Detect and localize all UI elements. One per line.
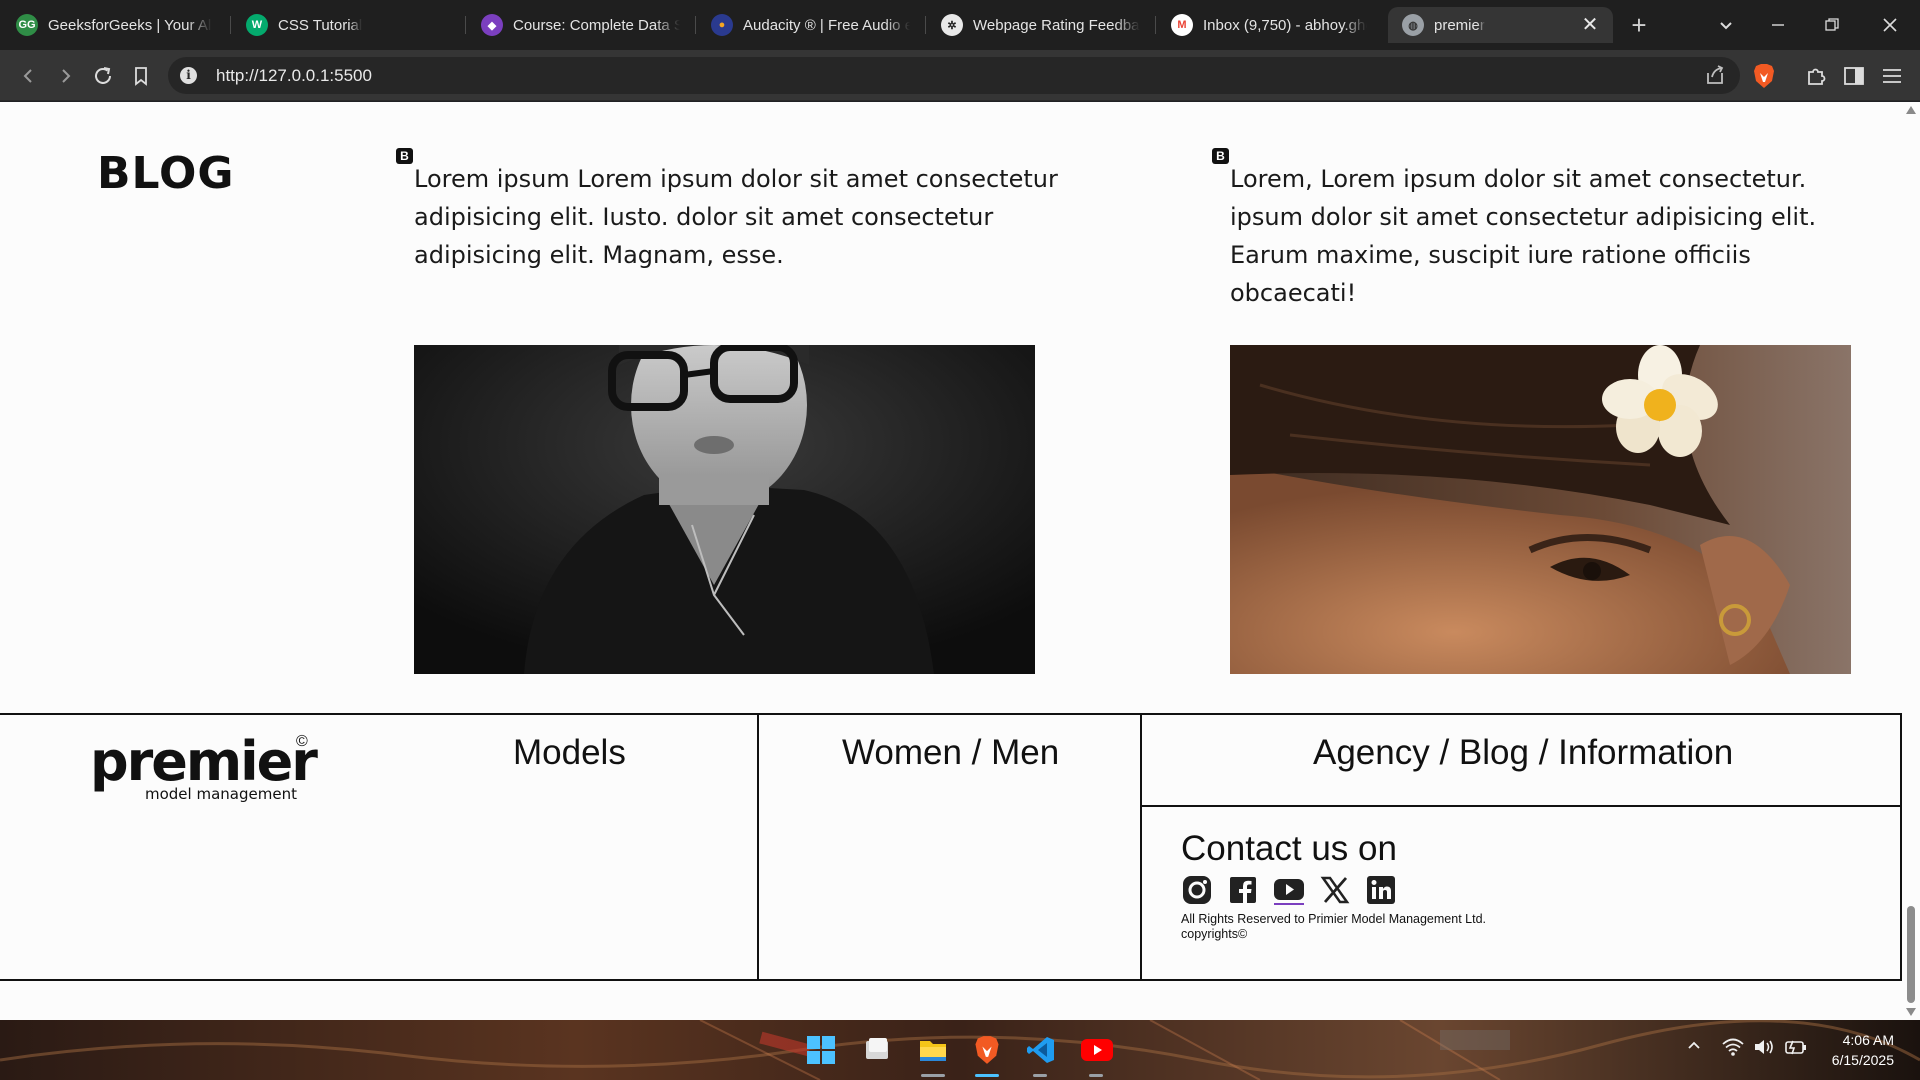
facebook-icon[interactable] — [1228, 875, 1258, 905]
file-explorer-icon[interactable] — [916, 1033, 950, 1067]
close-tab-icon[interactable]: ✕ — [1579, 14, 1601, 36]
scrollbar-thumb[interactable] — [1907, 906, 1915, 1003]
vscode-icon[interactable] — [1024, 1033, 1058, 1067]
restore-button[interactable] — [1812, 8, 1852, 42]
close-window-button[interactable] — [1870, 8, 1910, 42]
screen: GG GeeksforGeeks | Your All-in-One Learn… — [0, 0, 1920, 1080]
windows-taskbar: 4:06 AM 6/15/2025 — [0, 1020, 1920, 1080]
audacity-icon: ● — [711, 14, 733, 36]
blog-heading: BLOG — [97, 148, 235, 199]
gmail-icon: M — [1171, 14, 1193, 36]
tab-course[interactable]: ◆ Course: Complete Data Science — [467, 7, 692, 43]
tab-title: Course: Complete Data Science — [513, 16, 680, 34]
tab-divider — [230, 16, 231, 34]
social-links — [1182, 875, 1396, 905]
blog-photo-man-glasses — [414, 345, 1035, 674]
share-icon[interactable] — [1704, 65, 1726, 90]
broken-image-marker: B — [1212, 148, 1229, 164]
webpage-viewport: BLOG B Lorem ipsum Lorem ipsum dolor sit… — [0, 102, 1902, 1020]
running-indicator — [1089, 1074, 1103, 1077]
copyright-notice: All Rights Reserved to Primier Model Man… — [1181, 912, 1486, 942]
footer-link-women-men[interactable]: Women / Men — [842, 733, 1059, 773]
footer-divider — [757, 715, 759, 979]
broken-image-marker: B — [396, 148, 413, 164]
brave-shields-icon[interactable] — [1752, 63, 1776, 89]
logo-copyright-mark: © — [296, 733, 308, 750]
copyrights-line: copyrights© — [1181, 927, 1248, 941]
blog-post-text: Lorem ipsum Lorem ipsum dolor sit amet c… — [414, 165, 1058, 269]
tab-premier[interactable]: ◍ premier ✕ — [1388, 7, 1613, 43]
tab-title: CSS Tutorial — [278, 16, 363, 34]
tab-divider — [1155, 16, 1156, 34]
new-tab-button[interactable]: + — [1624, 10, 1654, 40]
footer-divider — [1142, 805, 1900, 807]
taskview-icon[interactable] — [860, 1033, 894, 1067]
premier-logo[interactable]: premier model management © — [90, 730, 318, 803]
tab-title: GeeksforGeeks | Your All-in-One Learning… — [48, 16, 212, 34]
logo-wordmark: premier — [90, 730, 318, 793]
volume-icon[interactable] — [1753, 1038, 1775, 1061]
tab-title: Inbox (9,750) - abhoy.ghosh — [1203, 16, 1367, 34]
clock-time: 4:06 AM — [1842, 1032, 1894, 1048]
page-scrollbar[interactable] — [1902, 102, 1920, 1020]
bookmark-button[interactable] — [127, 62, 155, 90]
rights-line: All Rights Reserved to Primier Model Man… — [1181, 912, 1486, 926]
linkedin-icon[interactable] — [1366, 875, 1396, 905]
chatgpt-icon: ✲ — [941, 14, 963, 36]
globe-icon: ◍ — [1402, 14, 1424, 36]
minimize-button[interactable] — [1758, 8, 1798, 42]
tab-divider — [695, 16, 696, 34]
scroll-up-arrow-icon[interactable] — [1906, 106, 1916, 114]
tab-audacity[interactable]: ● Audacity ® | Free Audio editor — [697, 7, 922, 43]
tab-divider — [465, 16, 466, 34]
browser-toolbar: i http://127.0.0.1:5500 — [0, 50, 1920, 101]
desktop-wallpaper-strip — [0, 1020, 1920, 1080]
back-button[interactable] — [14, 62, 42, 90]
tab-geeksforgeeks[interactable]: GG GeeksforGeeks | Your All-in-One Learn… — [2, 7, 224, 43]
youtube-icon[interactable] — [1080, 1033, 1114, 1067]
tab-webpage-rating[interactable]: ✲ Webpage Rating Feedback — [927, 7, 1152, 43]
browser-tab-strip: GG GeeksforGeeks | Your All-in-One Learn… — [0, 0, 1920, 50]
site-info-icon[interactable]: i — [180, 67, 197, 84]
tab-title: Audacity ® | Free Audio editor — [743, 16, 910, 34]
running-indicator — [921, 1074, 945, 1077]
scroll-down-arrow-icon[interactable] — [1906, 1008, 1916, 1016]
brave-icon[interactable] — [970, 1033, 1004, 1067]
clock-date: 6/15/2025 — [1831, 1052, 1894, 1068]
blog-post-text: Lorem, Lorem ipsum dolor sit amet consec… — [1230, 165, 1817, 307]
tab-gmail[interactable]: M Inbox (9,750) - abhoy.ghosh — [1157, 7, 1379, 43]
youtube-icon[interactable] — [1274, 875, 1304, 905]
logo-tagline: model management — [145, 785, 297, 803]
footer-link-agency-blog-information[interactable]: Agency / Blog / Information — [1313, 733, 1733, 773]
menu-icon[interactable] — [1878, 62, 1906, 90]
address-bar[interactable]: i http://127.0.0.1:5500 — [168, 57, 1740, 94]
tab-title: premier — [1434, 16, 1485, 34]
system-clock[interactable]: 4:06 AM 6/15/2025 — [1832, 1030, 1894, 1070]
show-hidden-icons-chevron-icon[interactable] — [1687, 1038, 1701, 1056]
instagram-icon[interactable] — [1182, 875, 1212, 905]
active-indicator — [975, 1074, 999, 1077]
reload-button[interactable] — [89, 62, 117, 90]
geeksforgeeks-icon: GG — [16, 14, 38, 36]
footer-right-box: Agency / Blog / Information Contact us o… — [1140, 715, 1902, 979]
wifi-icon[interactable] — [1722, 1038, 1744, 1061]
course-icon: ◆ — [481, 14, 503, 36]
forward-button[interactable] — [52, 62, 80, 90]
windows-start-icon[interactable] — [804, 1033, 838, 1067]
site-footer: premier model management © Models Women … — [0, 713, 1902, 981]
tab-search-chevron-icon[interactable] — [1706, 8, 1746, 42]
tab-divider — [925, 16, 926, 34]
contact-heading: Contact us on — [1181, 829, 1397, 868]
tab-title: Webpage Rating Feedback — [973, 16, 1140, 34]
battery-icon[interactable] — [1784, 1038, 1808, 1061]
running-indicator — [1033, 1074, 1047, 1077]
w3schools-icon: W — [246, 14, 268, 36]
blog-photo-woman-flower — [1230, 345, 1851, 674]
footer-link-models[interactable]: Models — [513, 733, 626, 773]
x-icon[interactable] — [1320, 875, 1350, 905]
extensions-icon[interactable] — [1802, 62, 1830, 90]
url-text[interactable]: http://127.0.0.1:5500 — [216, 66, 372, 86]
sidebar-icon[interactable] — [1840, 62, 1868, 90]
tab-css-tutorial[interactable]: W CSS Tutorial — [232, 7, 462, 43]
